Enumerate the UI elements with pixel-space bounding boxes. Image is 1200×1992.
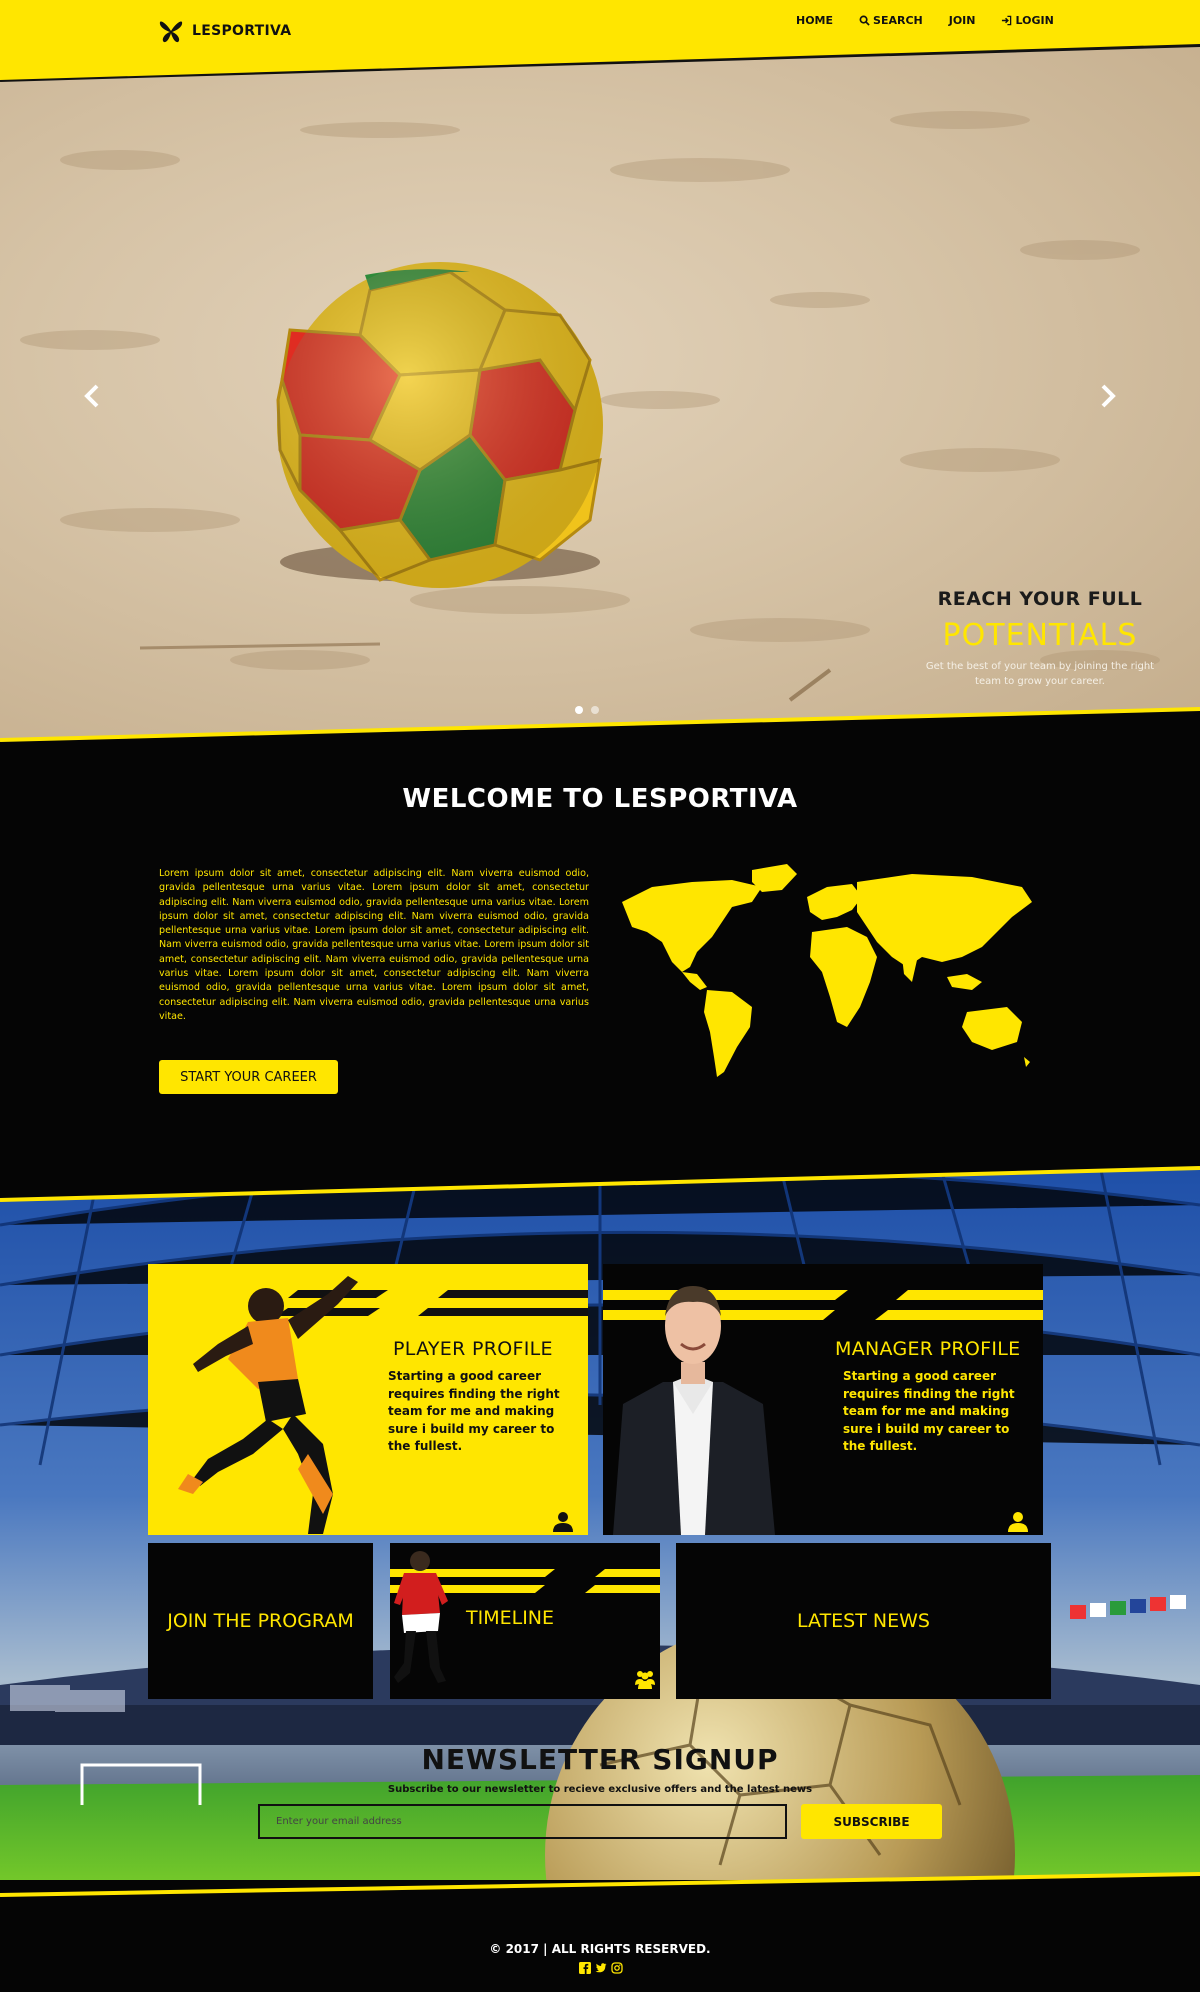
- latest-news-title: LATEST NEWS: [797, 1610, 930, 1632]
- chevron-right-icon: [1101, 384, 1116, 408]
- user-icon: [553, 1512, 573, 1532]
- twitter-icon[interactable]: [595, 1962, 607, 1974]
- newsletter-title: NEWSLETTER SIGNUP: [421, 1743, 779, 1776]
- search-icon: [859, 15, 870, 26]
- welcome-text: Lorem ipsum dolor sit amet, consectetur …: [159, 868, 589, 1022]
- footer-top-edge: [0, 1872, 1200, 1900]
- welcome-section: WELCOME TO LESPORTIVA Lorem ipsum dolor …: [0, 740, 1200, 1210]
- hero-caption: REACH YOUR FULL POTENTIALS Get the best …: [900, 588, 1180, 689]
- nav-home[interactable]: HOME: [796, 14, 833, 27]
- stadium-top-edge: [0, 1160, 1200, 1202]
- start-career-button[interactable]: START YOUR CAREER: [159, 1060, 338, 1094]
- nav-join[interactable]: JOIN: [949, 14, 976, 27]
- nav-home-label: HOME: [796, 14, 834, 27]
- carousel-prev-button[interactable]: [80, 380, 104, 412]
- manager-profile-card[interactable]: MANAGER PROFILE Starting a good career r…: [603, 1264, 1043, 1535]
- newsletter-subtitle: Subscribe to our newsletter to recieve e…: [387, 1784, 813, 1795]
- timeline-card[interactable]: TIMELINE: [390, 1543, 660, 1699]
- brand[interactable]: LESPORTIVA: [158, 18, 291, 44]
- nav-join-label: JOIN: [948, 14, 976, 27]
- player-profile-card[interactable]: PLAYER PROFILE Starting a good career re…: [148, 1264, 588, 1535]
- manager-profile-title: MANAGER PROFILE: [835, 1338, 1021, 1360]
- subscribe-button[interactable]: SUBSCRIBE: [801, 1804, 942, 1839]
- email-input[interactable]: [258, 1804, 787, 1839]
- nav-menu: HOME SEARCH JOIN LOGIN: [796, 14, 1054, 27]
- nav-search-label: SEARCH: [873, 14, 923, 27]
- facebook-icon[interactable]: [579, 1962, 591, 1974]
- caption-heading: REACH YOUR FULL: [937, 588, 1143, 610]
- instagram-icon[interactable]: [611, 1962, 623, 1974]
- carousel-next-button[interactable]: [1096, 380, 1120, 412]
- join-program-card[interactable]: JOIN THE PROGRAM: [148, 1543, 373, 1699]
- latest-news-card[interactable]: LATEST NEWS: [676, 1543, 1051, 1699]
- caption-text: Get the best of your team by joining the…: [925, 661, 1155, 687]
- brand-name: LESPORTIVA: [192, 23, 292, 39]
- user-icon: [1008, 1512, 1028, 1532]
- caption-highlight: POTENTIALS: [942, 618, 1138, 653]
- page: REACH YOUR FULL POTENTIALS Get the best …: [0, 0, 1200, 1992]
- chevron-left-icon: [84, 384, 99, 408]
- join-program-title: JOIN THE PROGRAM: [167, 1610, 354, 1632]
- login-icon: [1002, 15, 1012, 26]
- social-links: [579, 1962, 623, 1974]
- manager-profile-text: Starting a good career requires finding …: [843, 1369, 1015, 1453]
- copyright-text: © 2017 | ALL RIGHTS RESERVED.: [489, 1942, 711, 1956]
- player-profile-text: Starting a good career requires finding …: [388, 1369, 560, 1453]
- hero-bottom-edge: [0, 707, 1200, 750]
- nav-login[interactable]: LOGIN: [1001, 14, 1054, 27]
- player-profile-title: PLAYER PROFILE: [393, 1338, 553, 1360]
- butterfly-logo-icon: [159, 21, 183, 43]
- timeline-title: TIMELINE: [466, 1607, 555, 1629]
- welcome-title: WELCOME TO LESPORTIVA: [402, 784, 798, 814]
- users-group-icon: [635, 1671, 655, 1689]
- carousel-indicators: [575, 706, 599, 714]
- nav-search[interactable]: SEARCH: [859, 14, 923, 27]
- carousel-dot[interactable]: [591, 706, 599, 714]
- carousel-dot[interactable]: [575, 706, 583, 714]
- nav-login-label: LOGIN: [1015, 14, 1054, 27]
- world-map-image: [622, 864, 1032, 1077]
